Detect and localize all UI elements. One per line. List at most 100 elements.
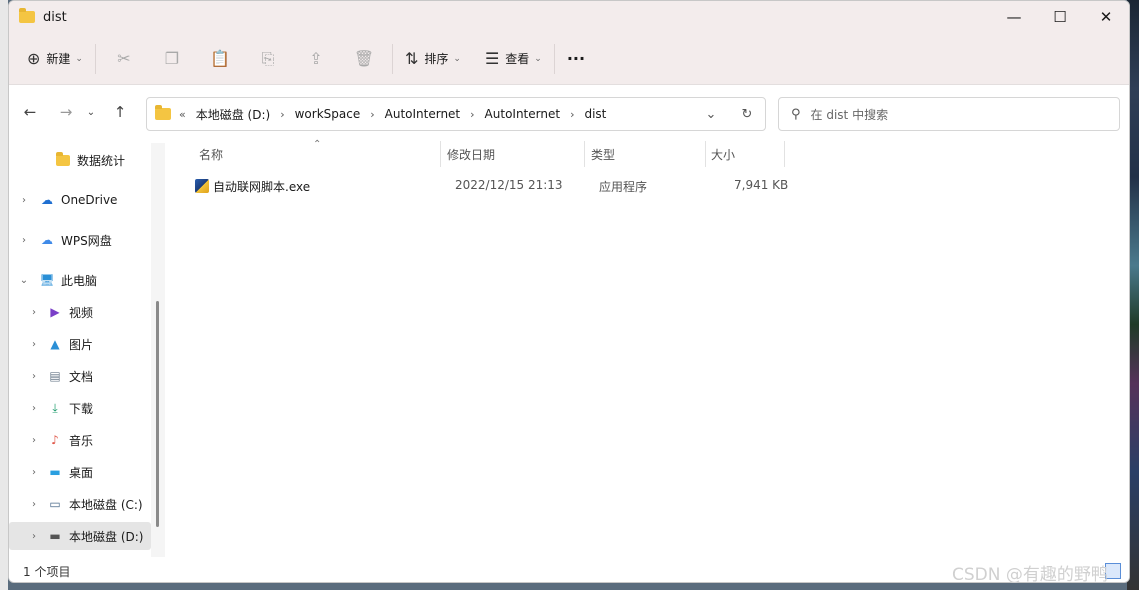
chevron-right-icon[interactable]: › <box>27 307 41 318</box>
file-modified: 2022/12/15 21:13 <box>455 178 563 192</box>
chevron-right-icon[interactable]: › <box>17 195 31 206</box>
download-icon: ⤓ <box>52 400 58 415</box>
monitor-icon: 🖥 <box>39 273 55 287</box>
close-icon: ✕ <box>1099 8 1113 26</box>
rename-icon: ⎘ <box>261 48 275 68</box>
file-list: ⌃ 名称 修改日期 类型 大小 自动联网脚本.exe 2022/12/15 21… <box>165 139 1129 559</box>
sidebar-item-wps[interactable]: › ☁ WPS网盘 <box>9 226 151 254</box>
video-icon: ▶ <box>50 305 60 319</box>
paste-button[interactable]: 📋 <box>196 42 244 76</box>
sidebar-item-drive-c[interactable]: › ▭ 本地磁盘 (C:) <box>9 490 151 518</box>
chevron-right-icon[interactable]: › <box>27 467 41 478</box>
sidebar-item-label: 音乐 <box>69 433 94 448</box>
view-button[interactable]: ☰ 查看 ⌄ <box>477 42 550 76</box>
up-button[interactable]: ↑ <box>105 97 135 127</box>
column-header-modified[interactable]: 修改日期 <box>447 141 495 167</box>
folder-icon <box>55 151 71 167</box>
chevron-right-icon: › <box>570 107 575 121</box>
sort-button[interactable]: ⇅ 排序 ⌄ <box>397 42 469 76</box>
sidebar-item-label: OneDrive <box>61 193 118 207</box>
overflow-chevron-icon[interactable]: « <box>179 108 186 121</box>
column-divider[interactable] <box>440 141 441 167</box>
forward-button[interactable]: → <box>51 97 81 127</box>
desktop-icon: ▬ <box>49 465 61 479</box>
column-divider[interactable] <box>705 141 706 167</box>
more-options-button[interactable]: ··· <box>559 42 593 76</box>
breadcrumb-dist[interactable]: dist <box>584 107 606 121</box>
column-divider[interactable] <box>584 141 585 167</box>
rename-button[interactable]: ⎘ <box>244 42 292 76</box>
chevron-right-icon[interactable]: › <box>17 235 31 246</box>
back-button[interactable]: ← <box>15 97 45 127</box>
sidebar-item-onedrive[interactable]: › ☁ OneDrive <box>9 186 151 214</box>
title-bar[interactable]: dist — ☐ ✕ <box>9 1 1129 33</box>
drive-icon: ▭ <box>49 497 61 511</box>
sidebar-item-label: 图片 <box>69 337 94 352</box>
sort-arrows-icon: ⇅ <box>404 49 419 68</box>
chevron-right-icon[interactable]: › <box>27 371 41 382</box>
arrow-up-icon: ↑ <box>113 103 127 121</box>
picture-icon: ▲ <box>50 337 60 351</box>
window-title: dist <box>43 9 67 25</box>
wps-cloud-icon: ☁ <box>41 233 53 247</box>
breadcrumb-workspace[interactable]: workSpace <box>295 107 361 121</box>
sidebar-item-pictures[interactable]: › ▲ 图片 <box>9 330 151 358</box>
sidebar-item-desktop[interactable]: › ▬ 桌面 <box>9 458 151 486</box>
breadcrumb-autointernet-2[interactable]: AutoInternet <box>485 107 561 121</box>
sidebar-item-thispc[interactable]: ⌄ 🖥 此电脑 <box>9 266 151 294</box>
chevron-right-icon[interactable]: › <box>27 435 41 446</box>
file-name: 自动联网脚本.exe <box>213 180 311 194</box>
sidebar-item-label: WPS网盘 <box>61 233 112 248</box>
sidebar-item-music[interactable]: › ♪ 音乐 <box>9 426 151 454</box>
sidebar-item-label: 本地磁盘 (C:) <box>69 497 143 512</box>
file-size: 7,941 KB <box>734 178 789 192</box>
new-button[interactable]: ⊕ 新建 ⌄ <box>19 42 91 76</box>
main-area: 数据统计 › ☁ OneDrive › ☁ WPS网盘 ⌄ 🖥 此电脑 › ▶ … <box>9 139 1129 559</box>
column-divider[interactable] <box>784 141 785 167</box>
search-box[interactable]: ⚲ 在 dist 中搜索 <box>778 97 1120 131</box>
sidebar-item-label: 桌面 <box>69 465 94 480</box>
exe-file-icon <box>195 179 209 193</box>
maximize-button[interactable]: ☐ <box>1037 1 1083 33</box>
sidebar-item-drive-d[interactable]: › ▬ 本地磁盘 (D:) <box>9 522 151 550</box>
sidebar-item-downloads[interactable]: › ⤓ 下载 <box>9 394 151 422</box>
toolbar-divider <box>94 43 96 74</box>
chevron-down-icon[interactable]: ⌄ <box>17 275 31 286</box>
chevron-right-icon[interactable]: › <box>27 339 41 350</box>
toolbar-divider <box>391 43 393 74</box>
close-button[interactable]: ✕ <box>1083 1 1129 33</box>
new-label: 新建 <box>46 52 71 66</box>
address-dropdown-button[interactable]: ⌄ <box>693 107 729 122</box>
refresh-button[interactable]: ↻ <box>729 107 765 122</box>
arrow-right-icon: → <box>59 103 73 121</box>
more-icon: ··· <box>566 49 586 68</box>
list-view-icon: ☰ <box>484 49 500 68</box>
sidebar-scroll-thumb[interactable] <box>156 301 159 527</box>
table-row[interactable]: 自动联网脚本.exe 2022/12/15 21:13 应用程序 7,941 K… <box>185 175 789 197</box>
column-header-name[interactable]: 名称 <box>199 141 223 167</box>
delete-button[interactable]: 🗑 <box>340 42 388 76</box>
chevron-right-icon[interactable]: › <box>27 531 41 542</box>
drive-icon: ▬ <box>49 529 61 543</box>
column-header-size[interactable]: 大小 <box>711 141 735 167</box>
share-button[interactable]: ⇪ <box>292 42 340 76</box>
cut-button[interactable]: ✂ <box>100 42 148 76</box>
breadcrumb-autointernet[interactable]: AutoInternet <box>385 107 461 121</box>
search-placeholder: 在 dist 中搜索 <box>810 107 889 122</box>
recent-locations-button[interactable]: ⌄ <box>81 97 101 127</box>
plus-circle-icon: ⊕ <box>27 49 41 68</box>
address-bar[interactable]: « 本地磁盘 (D:) › workSpace › AutoInternet ›… <box>146 97 766 131</box>
chevron-right-icon[interactable]: › <box>27 499 41 510</box>
breadcrumb-drive-d[interactable]: 本地磁盘 (D:) <box>196 106 270 123</box>
chevron-right-icon: › <box>280 107 285 121</box>
maximize-icon: ☐ <box>1053 8 1067 26</box>
sidebar-item-documents[interactable]: › ▤ 文档 <box>9 362 151 390</box>
scissors-icon: ✂ <box>117 49 131 68</box>
copy-button[interactable]: ❐ <box>148 42 196 76</box>
minimize-button[interactable]: — <box>991 1 1037 33</box>
column-header-type[interactable]: 类型 <box>591 141 615 167</box>
chevron-right-icon[interactable]: › <box>27 403 41 414</box>
sidebar-item-videos[interactable]: › ▶ 视频 <box>9 298 151 326</box>
address-actions: ⌄ ↻ <box>693 98 765 130</box>
sidebar-item-shuju[interactable]: 数据统计 <box>9 146 151 174</box>
